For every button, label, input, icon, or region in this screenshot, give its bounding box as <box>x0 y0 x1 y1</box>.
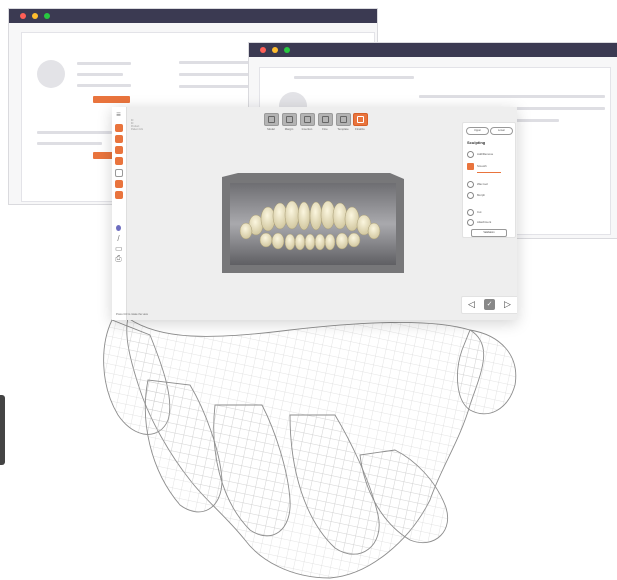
panel-row-cut[interactable]: Cut <box>467 209 481 216</box>
tool-icon-1[interactable] <box>115 124 123 132</box>
tool-icon-2[interactable] <box>115 135 123 143</box>
panel-row-wax-tool[interactable]: Wax tool <box>467 181 488 188</box>
toolbar-button-template[interactable] <box>336 113 351 126</box>
morph-icon <box>467 192 474 199</box>
margin-icon <box>286 116 293 123</box>
wax-icon <box>467 181 474 188</box>
toolbar-button-margin[interactable] <box>282 113 297 126</box>
toolbar-label: Model <box>267 127 275 131</box>
info-line: Patient Info <box>131 128 144 131</box>
cut-icon <box>467 209 474 216</box>
panel-row-add-remove[interactable]: Add/Remove <box>467 151 493 158</box>
toolbar-label: Insertion <box>301 127 313 131</box>
toolbar-label: Margin <box>284 127 294 131</box>
panel-row-morph[interactable]: Morph <box>467 192 485 199</box>
panel-row-smooth[interactable]: Smooth <box>467 163 487 170</box>
validate-button[interactable]: Validation <box>471 229 507 237</box>
tool-icon-7[interactable] <box>115 191 123 199</box>
lower-jaw-tab[interactable]: Lower <box>490 127 513 135</box>
print-icon[interactable]: ⎙ <box>115 255 122 263</box>
toolbar-label: Finalize <box>355 127 365 131</box>
confirm-check-icon[interactable]: ✓ <box>484 299 495 310</box>
upper-jaw-tab[interactable]: Upper <box>466 127 489 135</box>
case-info: ID ID Product Patient Info <box>131 119 143 131</box>
status-hint: Press Ctrl to rotate the view <box>116 313 148 316</box>
toolbar-label: Fine <box>322 127 328 131</box>
tool-icon-4[interactable] <box>115 157 123 165</box>
toolbar-button-model[interactable] <box>264 113 279 126</box>
tool-icon-6[interactable] <box>115 180 123 188</box>
insertion-icon <box>304 116 311 123</box>
toolbar-button-insertion[interactable] <box>300 113 315 126</box>
previous-step-icon[interactable]: ◁ <box>466 299 477 310</box>
tool-icon-5[interactable] <box>115 169 123 177</box>
brush-icon <box>467 151 474 158</box>
next-step-icon[interactable]: ▷ <box>502 299 513 310</box>
template-icon <box>340 116 347 123</box>
sculpting-panel: Upper Lower Sculpting Add/Remove Smooth … <box>462 122 516 238</box>
finalize-icon <box>357 116 364 123</box>
3d-dental-model-viewport[interactable] <box>220 173 406 277</box>
device-edge <box>0 395 5 465</box>
toolbar-button-fine[interactable] <box>318 113 333 126</box>
folder-icon[interactable]: ▭ <box>115 245 123 253</box>
attachment-icon <box>467 219 474 226</box>
dental-cad-app-window: ≡ / ▭ ⎙ ID ID Product Patient Info Model… <box>112 107 517 320</box>
model-icon <box>268 116 275 123</box>
toolbar-button-finalize[interactable] <box>353 113 368 126</box>
fine-icon <box>322 116 329 123</box>
smooth-icon <box>467 163 474 170</box>
panel-row-attachment[interactable]: Attachment <box>467 219 491 226</box>
tool-icon-3[interactable] <box>115 146 123 154</box>
step-navigation: ◁ ✓ ▷ <box>461 296 517 314</box>
menu-icon[interactable]: ≡ <box>115 111 122 119</box>
left-tool-sidebar: ≡ / ▭ ⎙ <box>112 107 127 320</box>
panel-title: Sculpting <box>467 140 486 145</box>
strength-slider[interactable] <box>477 172 501 173</box>
tooth-icon[interactable] <box>116 225 121 231</box>
wrench-icon[interactable]: / <box>115 235 122 243</box>
